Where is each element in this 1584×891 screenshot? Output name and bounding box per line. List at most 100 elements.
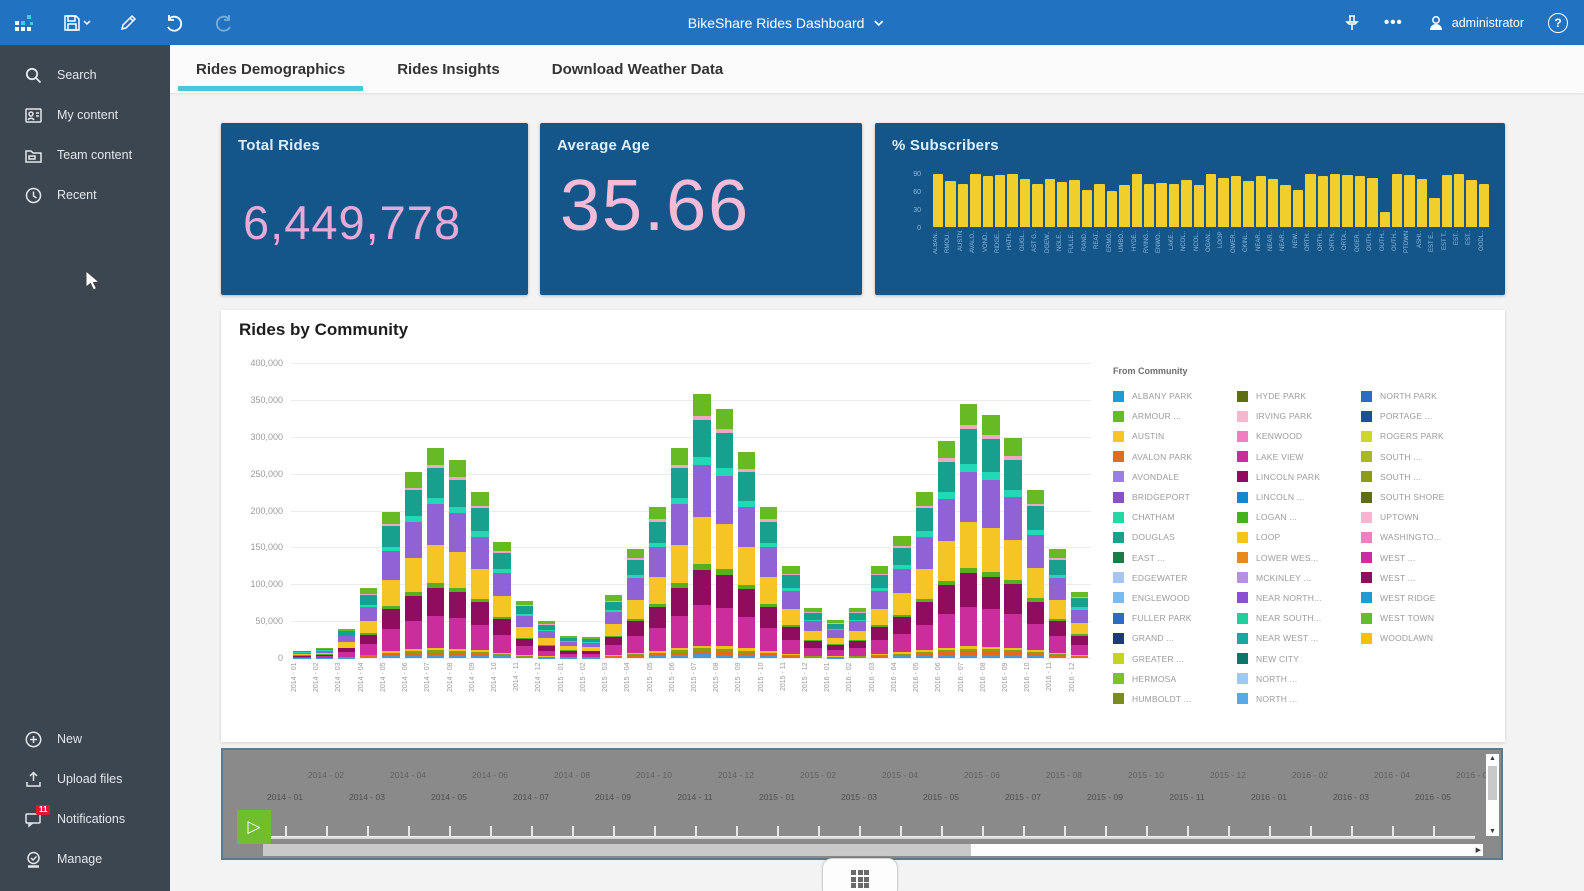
legend-item[interactable]: SOUTH ... [1361, 447, 1483, 467]
community-stacked-bar[interactable] [538, 621, 555, 658]
subscribers-bar[interactable] [958, 184, 968, 227]
subscribers-bar[interactable] [1156, 183, 1166, 227]
community-stacked-bar[interactable] [293, 651, 310, 658]
legend-item[interactable]: NEAR NORTH... [1237, 588, 1359, 608]
help-icon[interactable]: ? [1548, 13, 1568, 33]
legend-item[interactable]: ARMOUR ... [1113, 406, 1235, 426]
save-button[interactable] [62, 13, 92, 33]
data-tray-toggle[interactable] [822, 858, 898, 891]
legend-item[interactable]: DOUGLAS [1113, 527, 1235, 547]
legend-item[interactable]: SOUTH SHORE [1361, 487, 1483, 507]
user-menu[interactable]: administrator [1427, 14, 1524, 32]
subscribers-bar[interactable] [1280, 185, 1290, 227]
legend-item[interactable]: NEW CITY [1237, 648, 1359, 668]
subscribers-bar[interactable] [1442, 175, 1452, 227]
community-stacked-bar[interactable] [1027, 490, 1044, 658]
community-stacked-bar[interactable] [671, 448, 688, 658]
community-stacked-bar[interactable] [916, 492, 933, 658]
subscribers-card[interactable]: % Subscribers 9060300 ALBAN..RMOU..AUSTN… [875, 123, 1505, 295]
subscribers-bar[interactable] [1380, 212, 1390, 227]
subscribers-bar[interactable] [1268, 179, 1278, 227]
subscribers-bar[interactable] [1243, 181, 1253, 227]
timeline-vscroll-down-arrow[interactable]: ▼ [1486, 828, 1499, 835]
total-rides-card[interactable]: Total Rides 6,449,778 [221, 123, 528, 295]
subscribers-bar[interactable] [933, 174, 943, 227]
community-stacked-bar[interactable] [738, 452, 755, 659]
legend-item[interactable]: HERMOSA [1113, 669, 1235, 689]
subscribers-bar[interactable] [1082, 190, 1092, 227]
community-stacked-bar[interactable] [382, 512, 399, 658]
sidebar-item-recent[interactable]: Recent [0, 175, 170, 215]
legend-item[interactable]: WEST RIDGE [1361, 588, 1483, 608]
legend-item[interactable]: ENGLEWOOD [1113, 588, 1235, 608]
legend-item[interactable]: WEST TOWN [1361, 608, 1483, 628]
community-stacked-bar[interactable] [982, 415, 999, 658]
subscribers-bar[interactable] [1169, 184, 1179, 227]
legend-item[interactable]: BRIDGEPORT [1113, 487, 1235, 507]
more-options-icon[interactable]: ••• [1384, 14, 1403, 31]
timeline-vscroll-up-arrow[interactable]: ▲ [1486, 755, 1499, 762]
community-stacked-bar[interactable] [493, 541, 510, 658]
sidebar-item-new[interactable]: New [0, 719, 170, 759]
community-stacked-bar[interactable] [471, 492, 488, 658]
timeline-play-button[interactable]: ▷ [237, 810, 271, 844]
timeline-vscroll-thumb[interactable] [1488, 766, 1497, 800]
subscribers-bar[interactable] [1305, 174, 1315, 227]
subscribers-bar[interactable] [1218, 178, 1228, 227]
subscribers-bar[interactable] [1342, 175, 1352, 227]
subscribers-bar[interactable] [995, 175, 1005, 227]
subscribers-bar[interactable] [983, 176, 993, 227]
legend-item[interactable]: MCKINLEY ... [1237, 568, 1359, 588]
legend-item[interactable]: LOOP [1237, 527, 1359, 547]
legend-item[interactable]: NEAR WEST ... [1237, 628, 1359, 648]
subscribers-bar[interactable] [1466, 180, 1476, 227]
legend-item[interactable]: FULLER PARK [1113, 608, 1235, 628]
subscribers-bar[interactable] [1057, 182, 1067, 227]
subscribers-bar[interactable] [1256, 176, 1266, 227]
legend-item[interactable]: WASHINGTO... [1361, 527, 1483, 547]
tab-rides-insights[interactable]: Rides Insights [393, 45, 504, 93]
subscribers-bar[interactable] [1392, 174, 1402, 227]
legend-item[interactable]: PORTAGE ... [1361, 406, 1483, 426]
community-stacked-bar[interactable] [449, 460, 466, 658]
legend-item[interactable]: GRAND ... [1113, 628, 1235, 648]
legend-item[interactable]: HUMBOLDT ... [1113, 689, 1235, 709]
legend-item[interactable]: NORTH PARK [1361, 386, 1483, 406]
legend-item[interactable]: NORTH ... [1237, 689, 1359, 709]
community-stacked-bar[interactable] [360, 588, 377, 658]
legend-item[interactable]: NORTH ... [1237, 669, 1359, 689]
legend-item[interactable]: LINCOLN PARK [1237, 467, 1359, 487]
subscribers-bar[interactable] [1355, 176, 1365, 227]
subscribers-bar[interactable] [1007, 174, 1017, 227]
subscribers-bar[interactable] [1032, 184, 1042, 227]
community-stacked-bar[interactable] [960, 404, 977, 658]
subscribers-bar[interactable] [1330, 174, 1340, 227]
tab-download-weather-data[interactable]: Download Weather Data [548, 45, 727, 93]
timeline-horizontal-scrollbar[interactable]: ▶ [263, 844, 1483, 856]
community-stacked-bar[interactable] [760, 507, 777, 658]
sidebar-item-team-content[interactable]: Team content [0, 135, 170, 175]
subscribers-bar[interactable] [1429, 198, 1439, 227]
subscribers-bar[interactable] [1231, 176, 1241, 227]
community-stacked-bar[interactable] [804, 608, 821, 658]
subscribers-bar[interactable] [1132, 174, 1142, 227]
legend-item[interactable]: NEAR SOUTH... [1237, 608, 1359, 628]
sidebar-item-notifications[interactable]: 11 Notifications [0, 799, 170, 839]
legend-item[interactable]: AUSTIN [1113, 426, 1235, 446]
subscribers-bar[interactable] [1094, 184, 1104, 227]
sidebar-item-manage[interactable]: Manage [0, 839, 170, 879]
timeline-vertical-scrollbar[interactable]: ▲ ▼ [1486, 754, 1499, 836]
community-stacked-bar[interactable] [693, 394, 710, 658]
cognos-logo-icon[interactable] [14, 12, 36, 34]
community-stacked-bar[interactable] [1071, 592, 1088, 658]
sidebar-item-my-content[interactable]: My content [0, 95, 170, 135]
legend-item[interactable]: LAKE VIEW [1237, 447, 1359, 467]
community-stacked-bar[interactable] [1004, 438, 1021, 658]
community-stacked-bar[interactable] [782, 566, 799, 658]
community-stacked-bar[interactable] [1049, 549, 1066, 658]
subscribers-bar[interactable] [1404, 175, 1414, 227]
community-stacked-bar[interactable] [316, 648, 333, 658]
subscribers-bar[interactable] [1107, 191, 1117, 227]
subscribers-bar[interactable] [1020, 179, 1030, 227]
legend-item[interactable]: LOGAN ... [1237, 507, 1359, 527]
